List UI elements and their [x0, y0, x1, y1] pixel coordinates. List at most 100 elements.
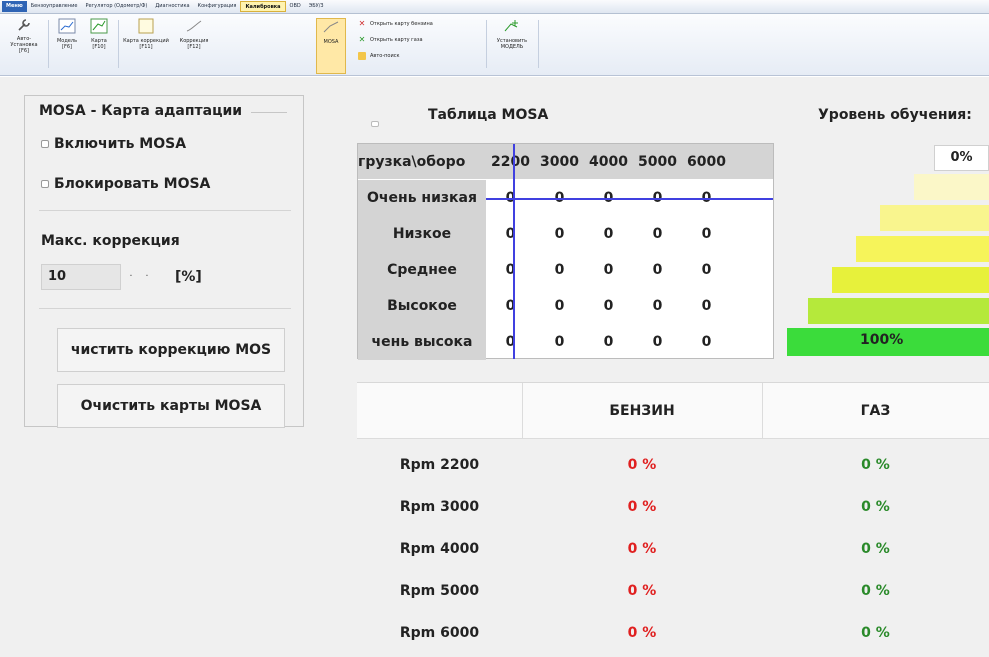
ribbon-toolbar: Авто-Установка [F6] Модель [F6] Карта [F… [0, 14, 989, 76]
correction-maps-button[interactable]: Карта коррекций [F11] [120, 18, 172, 74]
mosa-table-row: Высокое 0 0 0 0 0 [358, 288, 773, 324]
learning-bar-4 [832, 267, 989, 293]
open-gas-map-button[interactable]: ✕ Открыть карту газа [358, 36, 423, 44]
correction-key: [F12] [187, 44, 201, 50]
maps-button[interactable]: Карта [F10] [84, 18, 114, 74]
mosa-table-checkbox[interactable] [371, 121, 379, 127]
petrol-value: 0 % [627, 499, 657, 515]
chart-line-icon [58, 18, 76, 34]
fuel-correction-table: БЕНЗИН ГАЗ Rpm 2200 0 % 0 % Rpm 3000 0 %… [357, 382, 989, 657]
divider [39, 210, 291, 211]
mosa-cell[interactable]: 0 [584, 298, 633, 314]
install-model-button[interactable]: Установить МОДЕЛЬ [490, 18, 534, 74]
gas-value: 0 % [861, 583, 890, 599]
fuel-table-row: Rpm 3000 0 % 0 % [357, 486, 989, 528]
ribbon-tab-2[interactable]: Регулятор (Одометр/Ф) [81, 1, 151, 12]
petrol-value: 0 % [627, 457, 657, 473]
mosa-cell[interactable]: 0 [486, 262, 535, 278]
toolbar-separator [538, 20, 539, 68]
mosa-cell[interactable]: 0 [682, 334, 731, 350]
clear-maps-button[interactable]: Очистить карты MOSA [57, 384, 285, 428]
main-content: MOSA - Карта адаптации Включить MOSA Бло… [0, 77, 989, 657]
mosa-cell[interactable]: 0 [486, 226, 535, 242]
mosa-cell[interactable]: 0 [682, 226, 731, 242]
mosa-cell[interactable]: 0 [486, 334, 535, 350]
mosa-table: грузка\оборо 2200 3000 4000 5000 6000 Оч… [357, 143, 774, 360]
mosa-cell[interactable]: 0 [584, 262, 633, 278]
mosa-cell[interactable]: 0 [486, 298, 535, 314]
clear-correction-button[interactable]: чистить коррекцию MOS [57, 328, 285, 372]
fuel-table-row: Rpm 5000 0 % 0 % [357, 570, 989, 612]
auto-setup-button[interactable]: Авто-Установка [F6] [4, 18, 44, 74]
auto-setup-key: [F6] [19, 48, 29, 54]
checkbox-box[interactable] [41, 180, 49, 188]
close-x-green-icon: ✕ [358, 35, 366, 44]
open-petrol-map-button[interactable]: ✕ Открыть карту бензина [358, 20, 433, 28]
spin-up-button[interactable]: · [125, 269, 137, 285]
mosa-cell[interactable]: 0 [682, 262, 731, 278]
enable-mosa-checkbox[interactable]: Включить MOSA [41, 136, 186, 152]
learning-level-max: 100% [860, 332, 904, 348]
auto-search-button[interactable]: Авто-поиск [358, 52, 400, 60]
mosa-table-header: грузка\оборо 2200 3000 4000 5000 6000 [358, 144, 773, 179]
rpm-label: Rpm 6000 [399, 625, 480, 641]
correction-curve-icon [186, 20, 202, 32]
petrol-value: 0 % [627, 625, 657, 641]
max-correction-input[interactable]: 10 [41, 264, 121, 290]
map-chart-icon [90, 18, 108, 34]
mosa-cell[interactable]: 0 [633, 334, 682, 350]
petrol-value: 0 % [627, 541, 657, 557]
mosa-adaptation-groupbox: MOSA - Карта адаптации Включить MOSA Бло… [24, 95, 304, 428]
petrol-value: 0 % [627, 583, 657, 599]
mosa-cell[interactable]: 0 [633, 298, 682, 314]
fuel-table-row: Rpm 6000 0 % 0 % [357, 612, 989, 654]
mosa-cell[interactable]: 0 [535, 298, 584, 314]
mosa-cell[interactable]: 0 [535, 334, 584, 350]
mosa-table-row: чень высока 0 0 0 0 0 [358, 324, 773, 360]
fuel-col-header-empty [357, 383, 522, 439]
open-gas-map-label: Открыть карту газа [370, 37, 423, 43]
gas-value: 0 % [861, 625, 890, 641]
mosa-col-header: 3000 [540, 153, 579, 170]
groupbox-title: MOSA - Карта адаптации [37, 103, 245, 119]
ribbon-tab-0[interactable]: Меню [2, 1, 27, 12]
auto-setup-label: Авто-Установка [10, 36, 38, 48]
mosa-cell[interactable]: 0 [535, 226, 584, 242]
ribbon-tab-3[interactable]: Диагностика [151, 1, 193, 12]
ribbon-tab-4[interactable]: Конфигурация [194, 1, 241, 12]
fuel-table-row: Rpm 4000 0 % 0 % [357, 528, 989, 570]
mosa-table-row: Низкое 0 0 0 0 0 [358, 216, 773, 252]
mosa-cell[interactable]: 0 [633, 262, 682, 278]
ribbon-tab-1[interactable]: Бензоуправление [27, 1, 82, 12]
mosa-cell[interactable]: 0 [633, 226, 682, 242]
mosa-col-header: 6000 [687, 153, 726, 170]
fuel-table-row: Rpm 2200 0 % 0 % [357, 444, 989, 486]
max-correction-unit: [%] [175, 269, 202, 285]
install-model-label2: МОДЕЛЬ [500, 44, 524, 50]
mosa-cell[interactable]: 0 [535, 262, 584, 278]
gas-value: 0 % [861, 457, 890, 473]
checkbox-box[interactable] [41, 140, 49, 148]
model-button[interactable]: Модель [F6] [52, 18, 82, 74]
correction-button[interactable]: Коррекция [F12] [174, 18, 214, 74]
cursor-horizontal-line [486, 198, 773, 200]
fuel-col-header-petrol: БЕНЗИН [609, 403, 675, 419]
mosa-table-row: Среднее 0 0 0 0 0 [358, 252, 773, 288]
ribbon-tab-7[interactable]: ЭБУ/3 [305, 1, 328, 12]
block-mosa-checkbox[interactable]: Блокировать MOSA [41, 176, 210, 192]
divider [39, 308, 291, 309]
auto-search-label: Авто-поиск [370, 53, 400, 59]
toolbar-separator [486, 20, 487, 68]
mosa-cell[interactable]: 0 [584, 334, 633, 350]
learning-bar-3 [856, 236, 989, 262]
correction-map-icon [138, 18, 154, 34]
ribbon-tab-6[interactable]: OBD [286, 1, 305, 12]
model-key: [F6] [62, 44, 72, 50]
mosa-cell[interactable]: 0 [584, 226, 633, 242]
ribbon-tab-bar: Меню Бензоуправление Регулятор (Одометр/Ф)… [0, 0, 989, 14]
ribbon-tab-5[interactable]: Калибровка [240, 1, 286, 12]
spin-down-button[interactable]: · [141, 269, 153, 285]
mosa-button[interactable]: MOSA [316, 18, 346, 74]
groupbox-border [251, 112, 287, 113]
mosa-cell[interactable]: 0 [682, 298, 731, 314]
